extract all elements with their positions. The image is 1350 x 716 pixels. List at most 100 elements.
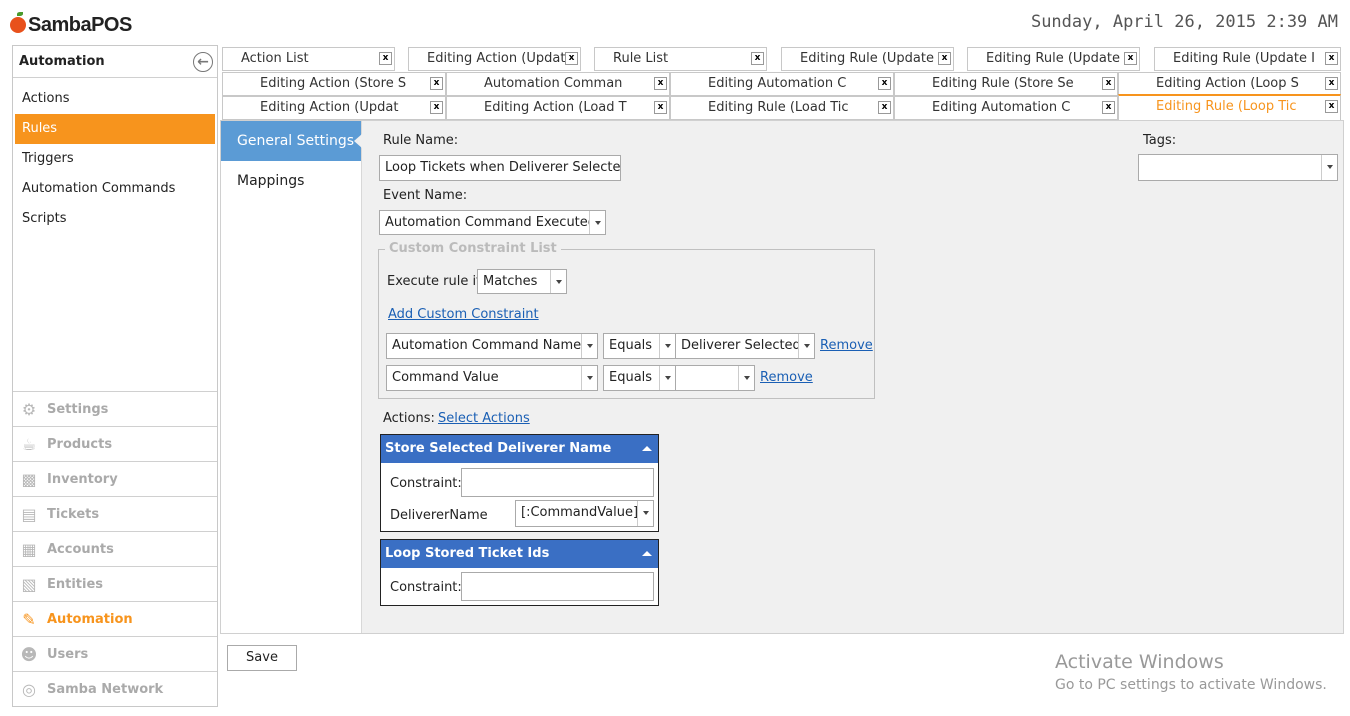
action-constraint-label: Constraint: — [390, 580, 462, 595]
event-name-select[interactable]: Automation Command Executed — [379, 210, 606, 235]
tab-editing-rule-update-2[interactable]: Editing Rule (Update Ix — [967, 47, 1140, 71]
close-icon[interactable]: x — [379, 52, 392, 65]
module-label: Entities — [47, 576, 104, 592]
close-icon[interactable]: x — [1325, 100, 1338, 113]
left-sidebar: Automation ← Actions Rules Triggers Auto… — [12, 45, 218, 707]
tab-editing-action-update-2[interactable]: Editing Action (Updat x — [222, 96, 446, 120]
constraint-field-select[interactable]: Automation Command Name — [386, 333, 598, 359]
close-icon[interactable]: x — [938, 52, 951, 65]
module-entities[interactable]: ▧ Entities — [13, 566, 217, 601]
add-custom-constraint-link[interactable]: Add Custom Constraint — [388, 307, 539, 322]
close-icon[interactable]: x — [1124, 52, 1137, 65]
select-actions-link[interactable]: Select Actions — [438, 411, 530, 426]
constraint-operator-value: Equals — [609, 370, 653, 385]
tab-automation-commands[interactable]: Automation Comman x — [446, 72, 670, 96]
tab-editing-action-update[interactable]: Editing Action (Update x — [408, 47, 581, 71]
constraint-value-select[interactable] — [675, 365, 755, 391]
action-card-header[interactable]: Store Selected Deliverer Name — [381, 435, 658, 463]
module-inventory[interactable]: ▩ Inventory — [13, 461, 217, 496]
tags-select[interactable] — [1138, 154, 1338, 181]
tab-editing-action-loop[interactable]: Editing Action (Loop S x — [1118, 72, 1341, 96]
close-icon[interactable]: x — [565, 52, 578, 65]
module-settings[interactable]: ⚙ Settings — [13, 391, 217, 426]
datetime-display: Sunday, April 26, 2015 2:39 AM — [1030, 12, 1338, 32]
chevron-down-icon — [589, 211, 605, 234]
sidebar-item-actions[interactable]: Actions — [15, 84, 215, 114]
collapse-icon[interactable] — [642, 446, 652, 451]
sidebar-header: Automation ← — [13, 46, 217, 78]
collapse-icon[interactable] — [642, 551, 652, 556]
tab-editing-automation-command-2[interactable]: Editing Automation C x — [894, 96, 1118, 120]
tab-editing-action-store[interactable]: Editing Action (Store S x — [222, 72, 446, 96]
chevron-down-icon — [1321, 155, 1337, 180]
close-icon[interactable]: x — [1325, 77, 1338, 90]
sidebar-item-automation-commands[interactable]: Automation Commands — [15, 174, 215, 204]
tab-label: Rule List — [613, 51, 669, 66]
tab-label: Editing Rule (Load Tic — [708, 100, 849, 115]
module-samba-network[interactable]: ◎ Samba Network — [13, 671, 217, 706]
action-card-header[interactable]: Loop Stored Ticket Ids — [381, 540, 658, 568]
tickets-icon: ▤ — [21, 504, 37, 524]
tab-editing-rule-update-3[interactable]: Editing Rule (Update I x — [1154, 47, 1341, 71]
sidebar-items: Actions Rules Triggers Automation Comman… — [13, 78, 217, 234]
close-icon[interactable]: x — [878, 101, 891, 114]
module-products[interactable]: ☕ Products — [13, 426, 217, 461]
sidebar-item-scripts[interactable]: Scripts — [15, 204, 215, 234]
tab-action-list[interactable]: Action List x — [222, 47, 395, 71]
constraint-operator-select[interactable]: Equals — [603, 365, 676, 391]
subnav-mappings[interactable]: Mappings — [221, 161, 361, 201]
users-icon: ☻ — [20, 644, 38, 664]
module-tickets[interactable]: ▤ Tickets — [13, 496, 217, 531]
tab-label: Editing Action (Load T — [484, 100, 627, 115]
action-card-loop-tickets: Loop Stored Ticket Ids Constraint: — [380, 539, 659, 606]
close-icon[interactable]: x — [751, 52, 764, 65]
brand-name: SambaPOS — [28, 13, 132, 36]
sidebar-item-rules[interactable]: Rules — [15, 114, 215, 144]
close-icon[interactable]: x — [430, 101, 443, 114]
action-constraint-input[interactable] — [461, 468, 654, 497]
module-label: Inventory — [47, 471, 118, 487]
action-constraint-label: Constraint: — [390, 476, 462, 491]
constraint-field-select[interactable]: Command Value — [386, 365, 598, 391]
close-icon[interactable]: x — [1102, 77, 1115, 90]
back-arrow-icon[interactable]: ← — [193, 52, 213, 72]
module-label: Settings — [47, 401, 109, 417]
constraint-operator-select[interactable]: Equals — [603, 333, 676, 359]
subnav-general-settings[interactable]: General Settings — [221, 121, 362, 161]
close-icon[interactable]: x — [1102, 101, 1115, 114]
chevron-down-icon — [550, 270, 566, 293]
tab-editing-rule-load[interactable]: Editing Rule (Load Tic x — [670, 96, 894, 120]
close-icon[interactable]: x — [878, 77, 891, 90]
close-icon[interactable]: x — [654, 77, 667, 90]
close-icon[interactable]: x — [1325, 52, 1338, 65]
close-icon[interactable]: x — [654, 101, 667, 114]
sidebar-item-triggers[interactable]: Triggers — [15, 144, 215, 174]
remove-constraint-link[interactable]: Remove — [760, 370, 813, 385]
document-tabs: Action List x Editing Action (Update x Rul… — [222, 47, 1341, 120]
constraint-value-select[interactable]: Deliverer Selected — [675, 333, 815, 359]
tab-editing-rule-loop[interactable]: Editing Rule (Loop Tic x — [1118, 94, 1341, 120]
module-users[interactable]: ☻ Users — [13, 636, 217, 671]
close-icon[interactable]: x — [430, 77, 443, 90]
tab-label: Editing Automation C — [932, 100, 1071, 115]
tab-editing-rule-store[interactable]: Editing Rule (Store Se x — [894, 72, 1118, 96]
remove-constraint-link[interactable]: Remove — [820, 338, 873, 353]
action-param-select[interactable]: [:CommandValue] — [515, 500, 654, 527]
module-label: Products — [47, 436, 113, 452]
entities-icon: ▧ — [21, 574, 37, 594]
execute-rule-if-select[interactable]: Matches — [477, 269, 567, 294]
action-constraint-input[interactable] — [461, 572, 654, 601]
module-accounts[interactable]: ▦ Accounts — [13, 531, 217, 566]
rule-name-input[interactable]: Loop Tickets when Deliverer Selected — [379, 155, 621, 181]
save-button[interactable]: Save — [227, 645, 297, 671]
actions-label: Actions: — [383, 411, 435, 426]
watermark-subtitle: Go to PC settings to activate Windows. — [1055, 677, 1327, 693]
tab-editing-action-load[interactable]: Editing Action (Load T x — [446, 96, 670, 120]
tab-editing-automation-command-1[interactable]: Editing Automation C x — [670, 72, 894, 96]
module-label: Automation — [47, 611, 133, 627]
tab-editing-rule-update-1[interactable]: Editing Rule (Update Ix — [781, 47, 954, 71]
action-card-store-deliverer: Store Selected Deliverer Name Constraint… — [380, 434, 659, 532]
tab-rule-list[interactable]: Rule List x — [594, 47, 767, 71]
module-automation[interactable]: ✎ Automation — [13, 601, 217, 636]
tab-label: Editing Action (Loop S — [1156, 76, 1299, 91]
